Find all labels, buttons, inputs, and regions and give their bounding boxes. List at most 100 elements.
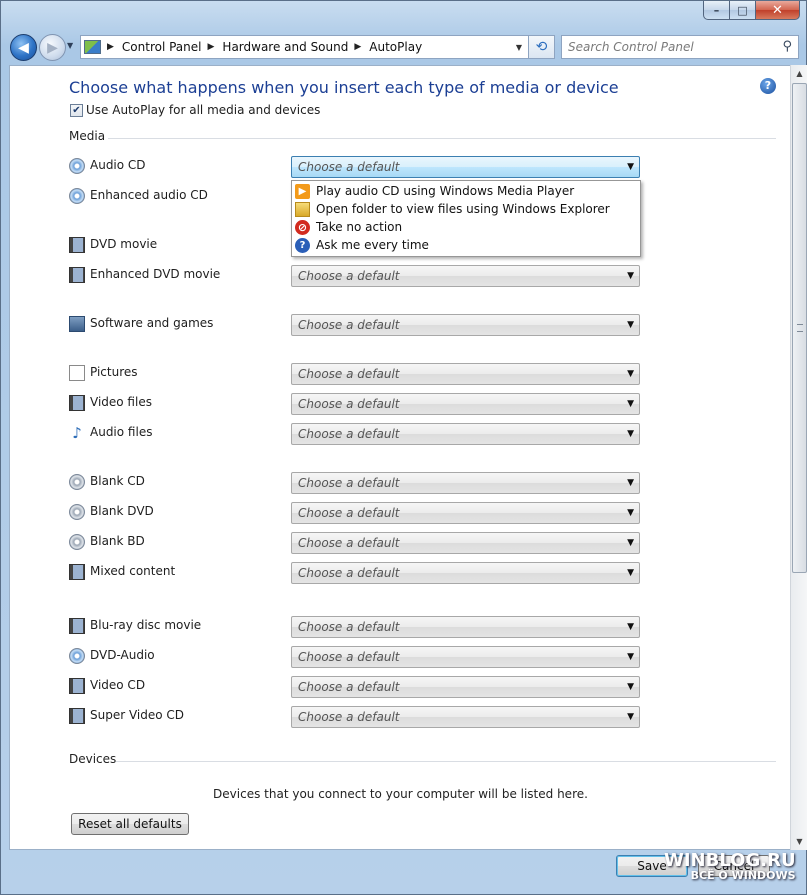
refresh-button[interactable]: ⟲ [529, 35, 555, 59]
pictures-icon [69, 365, 85, 381]
reset-all-defaults-button[interactable]: Reset all defaults [71, 813, 189, 835]
combo-value: Choose a default [298, 427, 400, 441]
back-button[interactable]: ◀ [10, 34, 37, 61]
blank-dvd-icon [69, 504, 85, 520]
devices-empty-message: Devices that you connect to your compute… [213, 787, 588, 801]
recent-pages-button[interactable]: ▼ [67, 41, 79, 53]
option-label: Take no action [316, 220, 403, 234]
breadcrumb-hardware-and-sound[interactable]: Hardware and Sound [222, 40, 348, 54]
scrollbar-grip-icon [797, 324, 803, 332]
scroll-up-button[interactable]: ▲ [792, 65, 807, 82]
media-row-video-files: Video files Choose a default ▼ [69, 393, 649, 415]
media-label: Software and games [90, 316, 214, 330]
media-label: Enhanced DVD movie [90, 267, 221, 281]
media-label: Pictures [90, 365, 138, 379]
software-and-games-default-select[interactable]: Choose a default ▼ [291, 314, 640, 336]
scroll-down-button[interactable]: ▼ [792, 833, 807, 850]
minimize-icon: – [713, 3, 720, 17]
enhanced-dvd-movie-default-select[interactable]: Choose a default ▼ [291, 265, 640, 287]
page-title: Choose what happens when you insert each… [69, 78, 619, 97]
dropdown-arrow-icon: ▼ [627, 478, 634, 488]
media-row-blank-dvd: Blank DVD Choose a default ▼ [69, 502, 649, 524]
use-autoplay-checkbox[interactable]: ✔ [70, 103, 83, 117]
refresh-icon: ⟲ [535, 39, 548, 55]
software-games-icon [69, 316, 85, 332]
option-take-no-action[interactable]: ⊘ Take no action [295, 218, 637, 236]
dropdown-arrow-icon: ▼ [627, 712, 634, 722]
dropdown-arrow-icon: ▼ [627, 369, 634, 379]
blank-bd-default-select[interactable]: Choose a default ▼ [291, 532, 640, 554]
address-dropdown-button[interactable]: ▼ [510, 36, 528, 58]
breadcrumb-control-panel[interactable]: Control Panel [122, 40, 202, 54]
dvd-audio-default-select[interactable]: Choose a default ▼ [291, 646, 640, 668]
audio-cd-options-list: ▶ Play audio CD using Windows Media Play… [291, 180, 641, 257]
maximize-button[interactable]: □ [730, 1, 756, 20]
dropdown-arrow-icon: ▼ [627, 162, 634, 172]
minimize-button[interactable]: – [703, 1, 730, 20]
combo-value: Choose a default [298, 367, 400, 381]
combo-value: Choose a default [298, 566, 400, 580]
media-row-bluray-movie: Blu-ray disc movie Choose a default ▼ [69, 616, 649, 638]
media-section-divider [108, 138, 776, 139]
help-icon[interactable]: ? [760, 78, 776, 94]
option-play-with-media-player[interactable]: ▶ Play audio CD using Windows Media Play… [295, 182, 637, 200]
search-input[interactable] [568, 40, 768, 54]
blank-bd-icon [69, 534, 85, 550]
caption-buttons: – □ ✕ [703, 1, 800, 23]
control-panel-icon [84, 40, 101, 54]
question-icon: ? [295, 237, 310, 253]
combo-value: Choose a default [298, 476, 400, 490]
window-frame: – □ ✕ ◀ ▶ ▼ ▶ Control Panel ▶ Hardware a… [0, 0, 807, 895]
video-files-default-select[interactable]: Choose a default ▼ [291, 393, 640, 415]
audio-files-default-select[interactable]: Choose a default ▼ [291, 423, 640, 445]
blank-dvd-default-select[interactable]: Choose a default ▼ [291, 502, 640, 524]
media-label: Blank BD [90, 534, 145, 548]
close-icon: ✕ [772, 2, 783, 18]
video-files-icon [69, 395, 85, 411]
combo-value: Choose a default [298, 397, 400, 411]
mixed-content-default-select[interactable]: Choose a default ▼ [291, 562, 640, 584]
bluray-movie-default-select[interactable]: Choose a default ▼ [291, 616, 640, 638]
option-ask-every-time[interactable]: ? Ask me every time [295, 236, 637, 254]
breadcrumb-separator-icon[interactable]: ▶ [107, 42, 114, 52]
option-label: Open folder to view files using Windows … [316, 202, 610, 216]
navigation-bar: ◀ ▶ ▼ ▶ Control Panel ▶ Hardware and Sou… [1, 29, 807, 65]
video-cd-default-select[interactable]: Choose a default ▼ [291, 676, 640, 698]
audio-cd-default-select[interactable]: Choose a default ▼ [291, 156, 640, 178]
media-label: DVD movie [90, 237, 158, 251]
option-open-folder[interactable]: Open folder to view files using Windows … [295, 200, 637, 218]
vertical-scrollbar[interactable]: ▲ ▼ [790, 65, 807, 850]
close-button[interactable]: ✕ [756, 1, 800, 20]
breadcrumb-autoplay[interactable]: AutoPlay [369, 40, 422, 54]
super-video-cd-icon [69, 708, 85, 724]
address-bar[interactable]: ▶ Control Panel ▶ Hardware and Sound ▶ A… [80, 35, 529, 59]
media-label: Video files [90, 395, 152, 409]
breadcrumb-separator-icon[interactable]: ▶ [354, 42, 361, 52]
search-icon[interactable]: ⚲ [782, 39, 792, 54]
option-label: Play audio CD using Windows Media Player [316, 184, 575, 198]
use-autoplay-option[interactable]: ✔ Use AutoPlay for all media and devices [70, 103, 320, 117]
enhanced-dvd-movie-icon [69, 267, 85, 283]
maximize-icon: □ [737, 3, 748, 17]
dropdown-arrow-icon: ▼ [627, 538, 634, 548]
blank-cd-default-select[interactable]: Choose a default ▼ [291, 472, 640, 494]
forward-button[interactable]: ▶ [39, 34, 66, 61]
dropdown-arrow-icon: ▼ [627, 622, 634, 632]
media-row-blank-bd: Blank BD Choose a default ▼ [69, 532, 649, 554]
pictures-default-select[interactable]: Choose a default ▼ [291, 363, 640, 385]
dropdown-arrow-icon: ▼ [627, 682, 634, 692]
breadcrumb-separator-icon[interactable]: ▶ [208, 42, 215, 52]
search-box[interactable]: ⚲ [561, 35, 799, 59]
super-video-cd-default-select[interactable]: Choose a default ▼ [291, 706, 640, 728]
dropdown-arrow-icon: ▼ [627, 652, 634, 662]
media-row-audio-files: ♪ Audio files Choose a default ▼ [69, 423, 649, 445]
dropdown-arrow-icon: ▼ [627, 271, 634, 281]
media-label: Audio CD [90, 158, 146, 172]
forward-arrow-icon: ▶ [47, 39, 58, 56]
combo-value: Choose a default [298, 536, 400, 550]
use-autoplay-label[interactable]: Use AutoPlay for all media and devices [86, 103, 320, 117]
dvd-movie-icon [69, 237, 85, 253]
scrollbar-thumb[interactable] [792, 83, 807, 573]
combo-value: Choose a default [298, 680, 400, 694]
dropdown-arrow-icon: ▼ [627, 429, 634, 439]
